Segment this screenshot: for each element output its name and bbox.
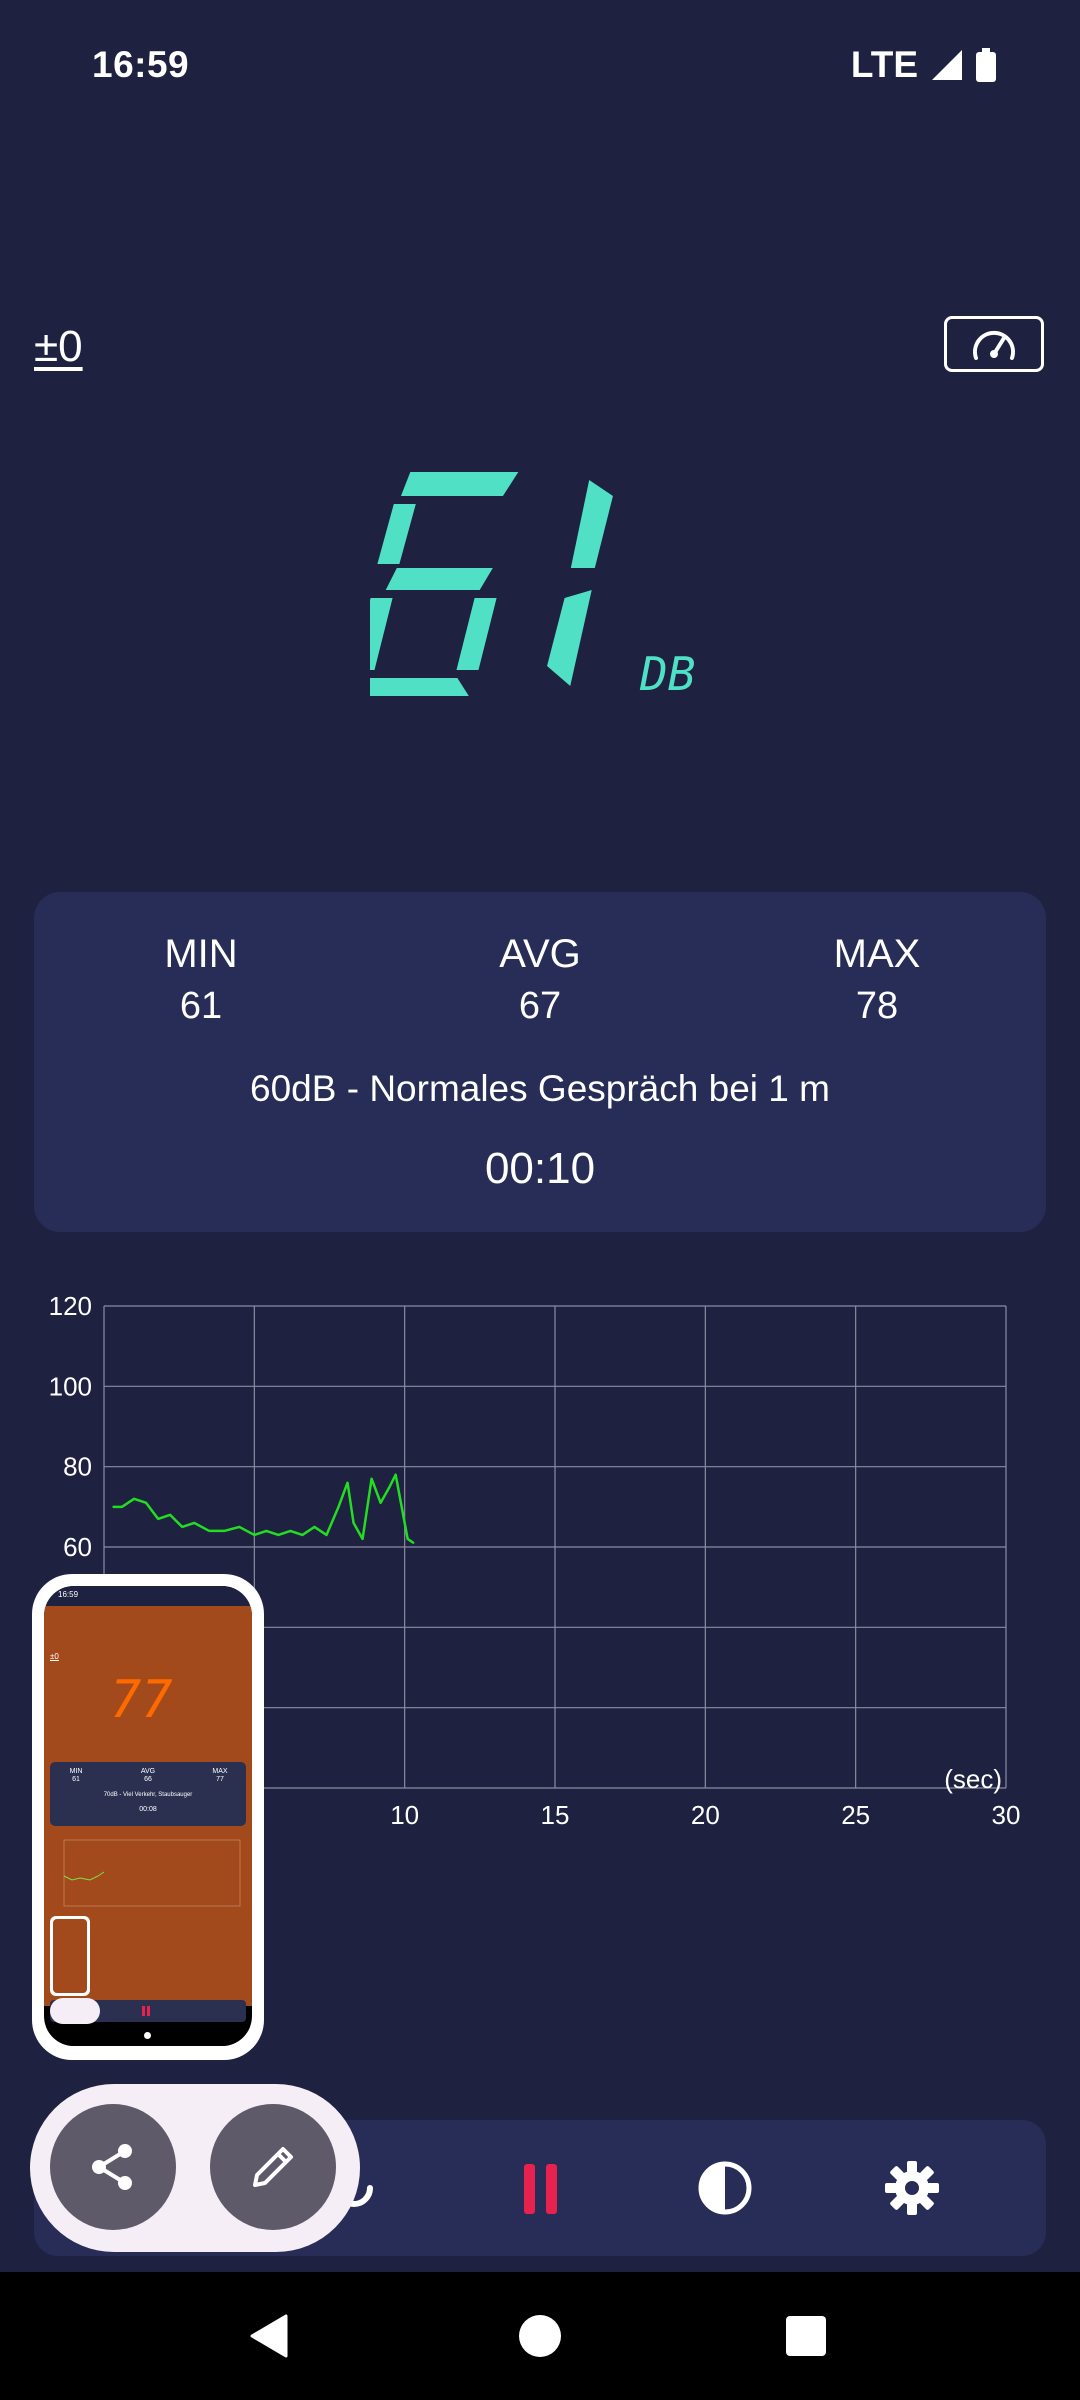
data-point bbox=[208, 1530, 211, 1532]
navigation-bar bbox=[0, 2272, 1080, 2400]
thumb-min-label: MIN bbox=[69, 1768, 83, 1775]
data-point bbox=[181, 1526, 183, 1528]
contrast-icon bbox=[698, 2161, 752, 2215]
data-point bbox=[133, 1498, 135, 1500]
data-point bbox=[145, 1502, 147, 1504]
share-button[interactable] bbox=[50, 2104, 176, 2230]
thumb-avg-label: AVG bbox=[140, 1768, 156, 1775]
max-value: 78 bbox=[855, 985, 899, 1027]
max-label: MAX bbox=[833, 932, 921, 976]
data-point bbox=[253, 1534, 256, 1536]
recents-button[interactable] bbox=[776, 2306, 836, 2366]
min-label: MIN bbox=[164, 932, 238, 976]
signal-icon bbox=[932, 50, 962, 80]
data-point bbox=[277, 1534, 280, 1536]
data-point bbox=[400, 1506, 403, 1508]
x-tick-label: 25 bbox=[841, 1800, 870, 1830]
thumb-pause bbox=[142, 2006, 145, 2016]
x-tick-label: 15 bbox=[541, 1800, 570, 1830]
data-point bbox=[346, 1481, 349, 1484]
x-tick-label: 20 bbox=[691, 1800, 720, 1830]
back-icon bbox=[250, 2314, 288, 2358]
data-point bbox=[193, 1522, 195, 1524]
series-line bbox=[113, 1473, 415, 1545]
data-point bbox=[388, 1485, 391, 1488]
x-tick-label: 30 bbox=[992, 1800, 1021, 1830]
data-point bbox=[313, 1526, 316, 1528]
calibration-offset[interactable]: ±0 bbox=[34, 322, 83, 372]
elapsed-timer: 00:10 bbox=[484, 1144, 596, 1193]
data-point bbox=[361, 1538, 364, 1540]
data-point bbox=[379, 1502, 382, 1504]
avg-value: 67 bbox=[518, 985, 562, 1027]
pause-icon bbox=[524, 2164, 557, 2214]
y-tick-label: 80 bbox=[63, 1452, 92, 1482]
home-button[interactable] bbox=[510, 2306, 570, 2366]
status-icons: LTE bbox=[851, 44, 996, 86]
back-button[interactable] bbox=[240, 2306, 300, 2366]
decibel-reading: DB bbox=[370, 472, 695, 700]
battery-icon bbox=[976, 48, 996, 82]
min-stat: MIN 61 bbox=[51, 932, 351, 1028]
data-point bbox=[112, 1506, 114, 1508]
thumb-max-label: MAX bbox=[212, 1768, 228, 1775]
thumb-avg-value: 66 bbox=[144, 1776, 152, 1783]
chart-x-unit: (sec) bbox=[944, 1764, 1002, 1794]
thumb-chart bbox=[63, 1839, 241, 1907]
recents-icon bbox=[786, 2316, 826, 2356]
screenshot-thumbnail[interactable]: 16:59 ±0 77 MIN 61 AVG 66 MAX 77 70dB - … bbox=[44, 1586, 252, 2046]
edit-icon bbox=[253, 2147, 293, 2187]
data-point bbox=[121, 1506, 123, 1508]
data-point bbox=[301, 1534, 304, 1536]
avg-label: AVG bbox=[499, 932, 581, 976]
share-icon bbox=[92, 2144, 132, 2190]
thumb-min-value: 61 bbox=[72, 1776, 80, 1783]
network-type: LTE bbox=[850, 44, 918, 85]
y-tick-label: 120 bbox=[49, 1291, 92, 1321]
data-point bbox=[223, 1530, 226, 1532]
thumb-status-time: 16:59 bbox=[58, 1590, 79, 1599]
min-value: 61 bbox=[179, 985, 223, 1027]
data-point bbox=[289, 1530, 292, 1532]
home-icon bbox=[519, 2315, 561, 2357]
data-point bbox=[412, 1542, 415, 1544]
thumb-nav-home bbox=[144, 2032, 151, 2039]
data-point bbox=[265, 1530, 268, 1532]
thumb-share-button bbox=[50, 1998, 100, 2024]
status-time: 16:59 bbox=[92, 44, 190, 85]
thumb-max-value: 77 bbox=[216, 1776, 224, 1783]
x-tick-label: 10 bbox=[390, 1800, 419, 1830]
max-stat: MAX 78 bbox=[727, 932, 1027, 1028]
thumb-description: 70dB - Viel Verkehr, Staubsauger bbox=[103, 1792, 193, 1798]
data-point bbox=[337, 1506, 340, 1508]
stats-card: MIN 61 AVG 67 MAX 78 60dB - Normales Ges… bbox=[34, 892, 1046, 1232]
thumb-calibration: ±0 bbox=[50, 1652, 59, 1661]
data-point bbox=[238, 1526, 241, 1528]
data-point bbox=[394, 1473, 397, 1476]
reading-unit: DB bbox=[639, 647, 695, 700]
screenshot-preview[interactable]: 16:59 ±0 77 MIN 61 AVG 66 MAX 77 70dB - … bbox=[32, 1574, 264, 2060]
pause-button[interactable] bbox=[500, 2148, 580, 2228]
avg-stat: AVG 67 bbox=[390, 932, 690, 1028]
theme-button[interactable] bbox=[685, 2148, 765, 2228]
y-tick-label: 60 bbox=[63, 1532, 92, 1562]
gauge-button[interactable] bbox=[944, 316, 1044, 372]
thumb-elapsed: 00:08 bbox=[139, 1806, 157, 1813]
data-point bbox=[406, 1538, 409, 1540]
chart-series bbox=[112, 1473, 415, 1545]
thumb-reading: 77 bbox=[110, 1670, 173, 1730]
data-point bbox=[169, 1514, 171, 1516]
data-point bbox=[157, 1518, 159, 1520]
data-point bbox=[370, 1477, 373, 1480]
level-description: 60dB - Normales Gespräch bei 1 m bbox=[250, 1068, 830, 1109]
screenshot-actions bbox=[30, 2084, 360, 2252]
gear-icon bbox=[885, 2161, 939, 2215]
y-tick-label: 100 bbox=[49, 1371, 92, 1401]
settings-button[interactable] bbox=[872, 2148, 952, 2228]
data-point bbox=[352, 1522, 355, 1524]
gauge-icon bbox=[973, 330, 1015, 360]
thumb-nested-screen bbox=[53, 1919, 87, 1993]
data-point bbox=[325, 1534, 328, 1536]
edit-button[interactable] bbox=[210, 2104, 336, 2230]
